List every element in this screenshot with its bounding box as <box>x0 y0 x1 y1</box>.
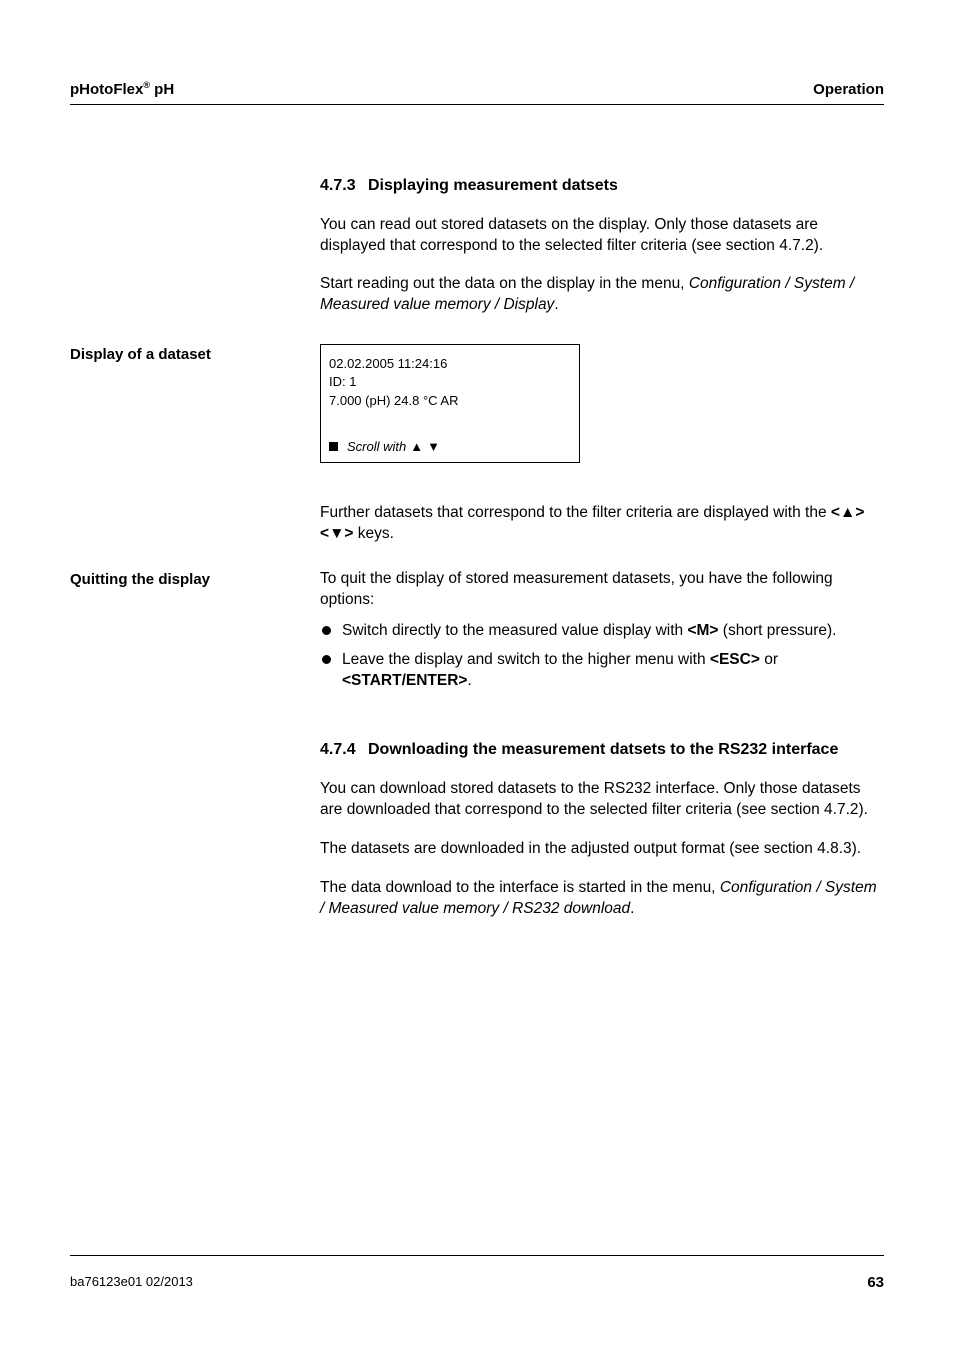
section-474-p3-a: The data download to the interface is st… <box>320 879 720 896</box>
arrow-down-filled-icon-2: ▼ <box>329 525 344 542</box>
section-473-p2: Start reading out the data on the displa… <box>320 274 884 316</box>
device-scroll-hint: Scroll with ▲ ▼ <box>329 438 571 456</box>
section-473-heading: 4.7.3Displaying measurement datsets <box>320 175 884 197</box>
device-line-3: 7.000 (pH) 24.8 °C AR <box>329 392 571 410</box>
page-header: pHotoFlex® pH Operation <box>70 80 884 105</box>
header-product: pHotoFlex® pH <box>70 80 174 98</box>
section-473-p1: You can read out stored datasets on the … <box>320 215 884 257</box>
quitting-bullets: Switch directly to the measured value di… <box>320 621 884 692</box>
header-product-suffix: pH <box>150 81 174 98</box>
quitting-p1: To quit the display of stored measuremen… <box>320 569 884 611</box>
key-start-enter: <START/ENTER> <box>342 672 467 689</box>
arrow-down-filled-icon: ▼ <box>427 438 440 456</box>
quitting-bullet-1: Switch directly to the measured value di… <box>320 621 884 642</box>
square-bullet-icon <box>329 442 338 451</box>
section-474-heading: 4.7.4 Downloading the measurement datset… <box>320 739 884 761</box>
display-dataset-label: Display of a dataset <box>70 344 300 463</box>
quitting-b2-a: Leave the display and switch to the high… <box>342 651 710 668</box>
section-473-num: 4.7.3 <box>320 175 368 197</box>
section-474-p3-b: . <box>630 900 634 917</box>
section-473-p2-c: . <box>554 296 558 313</box>
after-box-para: Further datasets that correspond to the … <box>320 503 884 545</box>
quitting-b1-b: (short pressure). <box>718 622 836 639</box>
quitting-b2-b: . <box>467 672 471 689</box>
device-display-box: 02.02.2005 11:24:16 ID: 1 7.000 (pH) 24.… <box>320 344 580 463</box>
device-line-1: 02.02.2005 11:24:16 <box>329 355 571 373</box>
after-box-a: Further datasets that correspond to the … <box>320 504 831 521</box>
key-esc: <ESC> <box>710 651 760 668</box>
key-down: <▼> <box>320 525 353 542</box>
section-474-title: Downloading the measurement datsets to t… <box>368 739 884 761</box>
quitting-b1-a: Switch directly to the measured value di… <box>342 622 687 639</box>
page-footer: ba76123e01 02/2013 63 <box>70 1255 884 1291</box>
header-product-super: ® <box>143 80 150 90</box>
section-474-p3: The data download to the interface is st… <box>320 878 884 920</box>
arrow-up-outline-icon: ▲ <box>410 438 423 456</box>
quitting-bullet-2: Leave the display and switch to the high… <box>320 650 884 692</box>
after-box-b: keys. <box>353 525 393 542</box>
section-473-p2-a: Start reading out the data on the displa… <box>320 275 689 292</box>
footer-left: ba76123e01 02/2013 <box>70 1274 193 1291</box>
header-product-prefix: pHotoFlex <box>70 81 143 98</box>
quitting-label: Quitting the display <box>70 569 300 710</box>
section-474-p1: You can download stored datasets to the … <box>320 779 884 821</box>
quitting-b2-mid: or <box>760 651 778 668</box>
section-473-title: Displaying measurement datsets <box>368 177 618 194</box>
section-474-num: 4.7.4 <box>320 739 368 761</box>
key-up: <▲> <box>831 504 864 521</box>
arrow-up-filled-icon: ▲ <box>840 504 855 521</box>
device-scroll-text: Scroll with <box>347 438 406 456</box>
footer-page-number: 63 <box>867 1274 884 1291</box>
key-m: <M> <box>687 622 718 639</box>
section-474-p2: The datasets are downloaded in the adjus… <box>320 839 884 860</box>
device-line-2: ID: 1 <box>329 373 571 391</box>
header-section: Operation <box>813 81 884 98</box>
